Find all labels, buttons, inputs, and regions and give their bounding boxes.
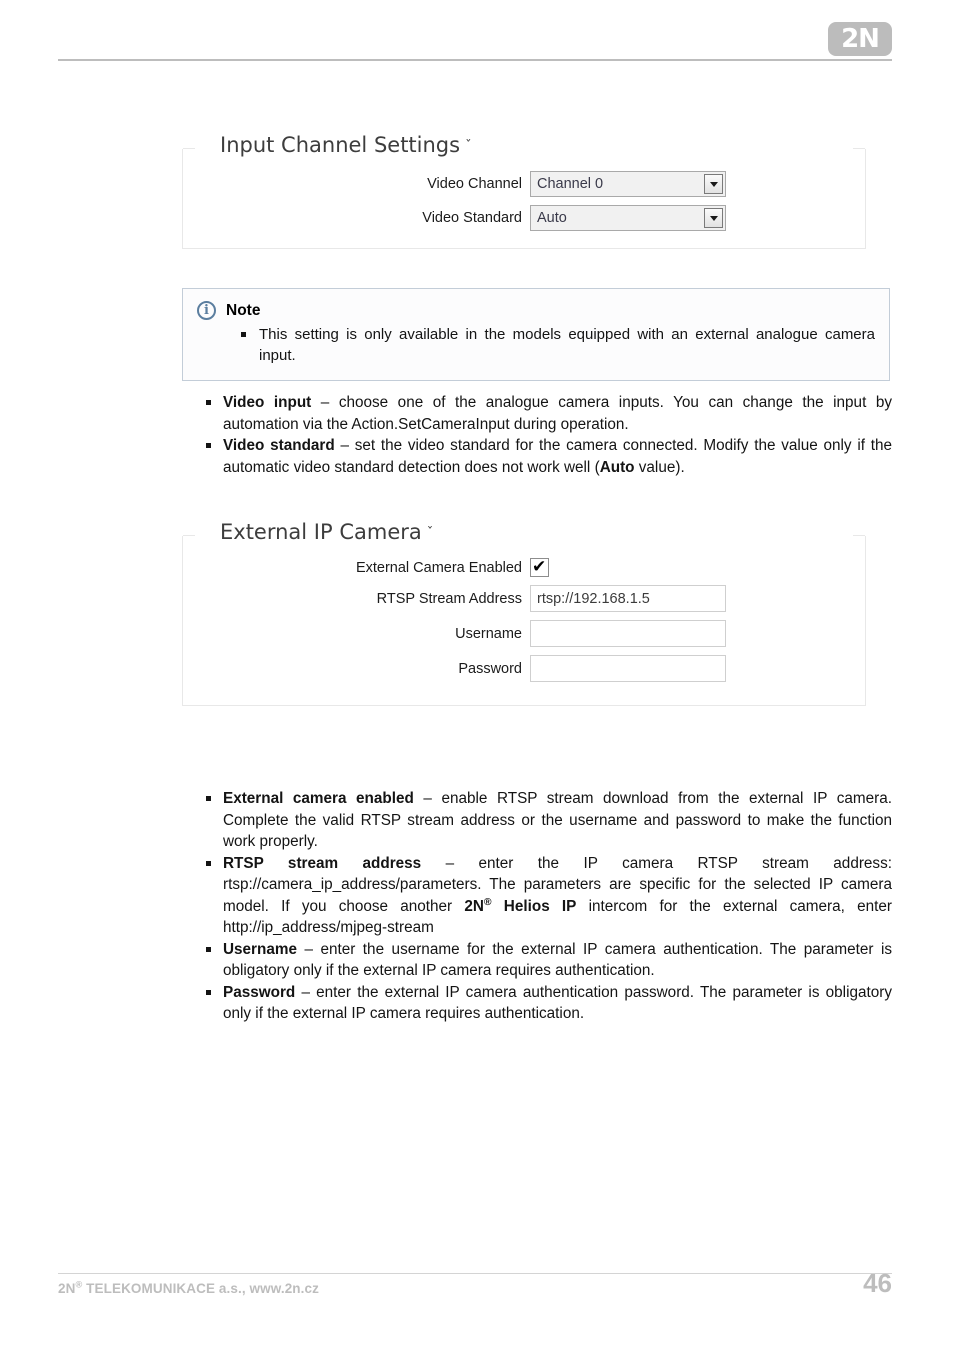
field-external-camera-enabled: ✔ (530, 557, 549, 577)
brand-name: 2N (464, 897, 484, 915)
chevron-down-icon[interactable] (704, 208, 723, 228)
list-item-rtsp-stream-address: RTSP stream address – enter the IP camer… (190, 853, 892, 939)
list-item-emphasis-brand: 2N® Helios IP (464, 896, 577, 915)
registered-mark: ® (483, 896, 492, 908)
checkbox-external-camera-enabled[interactable]: ✔ (530, 557, 549, 577)
input-rtsp-stream-address-value: rtsp://192.168.1.5 (537, 590, 650, 607)
note-list-item: This setting is only available in the mo… (241, 324, 875, 366)
list-item-text: – choose one of the analogue camera inpu… (223, 394, 892, 433)
list-item-text: – enter the username for the external IP… (223, 940, 892, 980)
input-username[interactable] (530, 620, 726, 647)
form-row-rtsp-stream-address: RTSP Stream Address rtsp://192.168.1.5 (182, 585, 866, 612)
note-header: i Note (197, 301, 875, 320)
page-header: 2N (0, 0, 954, 80)
info-icon: i (197, 301, 216, 320)
chevron-down-icon[interactable]: ˇ (427, 526, 434, 541)
footer-company: 2N® TELEKOMUNIKACE a.s., www.2n.cz (58, 1280, 319, 1296)
check-icon: ✔ (532, 557, 547, 577)
label-video-standard: Video Standard (422, 210, 522, 226)
panel-input-channel-settings: Input Channel Settings ˇ Video Channel Ch… (182, 131, 866, 249)
panel-external-ip-camera: External IP Camera ˇ External Camera Enab… (182, 518, 866, 706)
list-item-term: Password (223, 983, 296, 1001)
panel-title-text: External IP Camera (220, 520, 422, 544)
field-password (530, 655, 726, 682)
panel-title-external-ip-camera[interactable]: External IP Camera ˇ (216, 518, 440, 550)
list-item-video-standard: Video standard – set the video standard … (190, 435, 892, 478)
footer-company-brand: 2N (58, 1281, 76, 1296)
field-video-channel: Channel 0 (530, 171, 726, 197)
bullet-list-video-settings: Video input – choose one of the analogue… (190, 392, 892, 478)
list-item-external-camera-enabled: External camera enabled – enable RTSP st… (190, 788, 892, 853)
form-row-password: Password (182, 655, 866, 682)
label-video-channel: Video Channel (427, 176, 522, 192)
input-rtsp-stream-address[interactable]: rtsp://192.168.1.5 (530, 585, 726, 612)
panel-body: Video Channel Channel 0 Video Standard A… (182, 171, 866, 239)
select-video-standard[interactable]: Auto (530, 205, 726, 231)
form-row-video-standard: Video Standard Auto (182, 205, 866, 231)
panel-title-text: Input Channel Settings (220, 133, 461, 157)
list-item-term: RTSP stream address (223, 854, 422, 872)
select-video-channel[interactable]: Channel 0 (530, 171, 726, 197)
footer-divider (58, 1273, 892, 1274)
panel-title-input-channel-settings[interactable]: Input Channel Settings ˇ (216, 131, 478, 163)
list-item-term: Video standard (223, 437, 335, 454)
label-password: Password (458, 660, 522, 677)
field-username (530, 620, 726, 647)
field-rtsp-stream-address: rtsp://192.168.1.5 (530, 585, 726, 612)
footer-company-rest: TELEKOMUNIKACE a.s., www.2n.cz (82, 1281, 319, 1296)
form-row-video-channel: Video Channel Channel 0 (182, 171, 866, 197)
label-external-camera-enabled: External Camera Enabled (355, 559, 522, 576)
chevron-down-icon[interactable]: ˇ (465, 139, 472, 154)
field-video-standard: Auto (530, 205, 726, 231)
note-title: Note (226, 301, 261, 319)
form-row-username: Username (182, 620, 866, 647)
list-item-password: Password – enter the external IP camera … (190, 982, 892, 1025)
list-item-term: External camera enabled (223, 790, 414, 807)
list-item-text-after: value). (634, 458, 685, 476)
note-callout: i Note This setting is only available in… (182, 288, 890, 381)
brand-logo-2n: 2N (828, 22, 892, 56)
select-video-channel-value: Channel 0 (537, 176, 604, 192)
select-video-standard-value: Auto (537, 210, 567, 226)
label-username: Username (455, 625, 522, 642)
note-list: This setting is only available in the mo… (197, 324, 875, 366)
list-item-term: Video input (223, 394, 312, 411)
input-password[interactable] (530, 655, 726, 682)
label-rtsp-stream-address: RTSP Stream Address (376, 590, 522, 607)
product-name: Helios IP (491, 897, 577, 915)
header-divider (58, 59, 892, 61)
panel-body: External Camera Enabled ✔ RTSP Stream Ad… (182, 557, 866, 690)
list-item-video-input: Video input – choose one of the analogue… (190, 392, 892, 435)
list-item-username: Username – enter the username for the ex… (190, 939, 892, 982)
form-row-external-camera-enabled: External Camera Enabled ✔ (182, 557, 866, 577)
list-item-term: Username (223, 940, 297, 958)
page-number: 46 (863, 1268, 892, 1298)
chevron-down-icon[interactable] (704, 174, 723, 194)
list-item-text: – enter the external IP camera authentic… (223, 983, 892, 1023)
bullet-list-external-camera: External camera enabled – enable RTSP st… (190, 788, 892, 1025)
list-item-emphasis: Auto (599, 458, 635, 476)
